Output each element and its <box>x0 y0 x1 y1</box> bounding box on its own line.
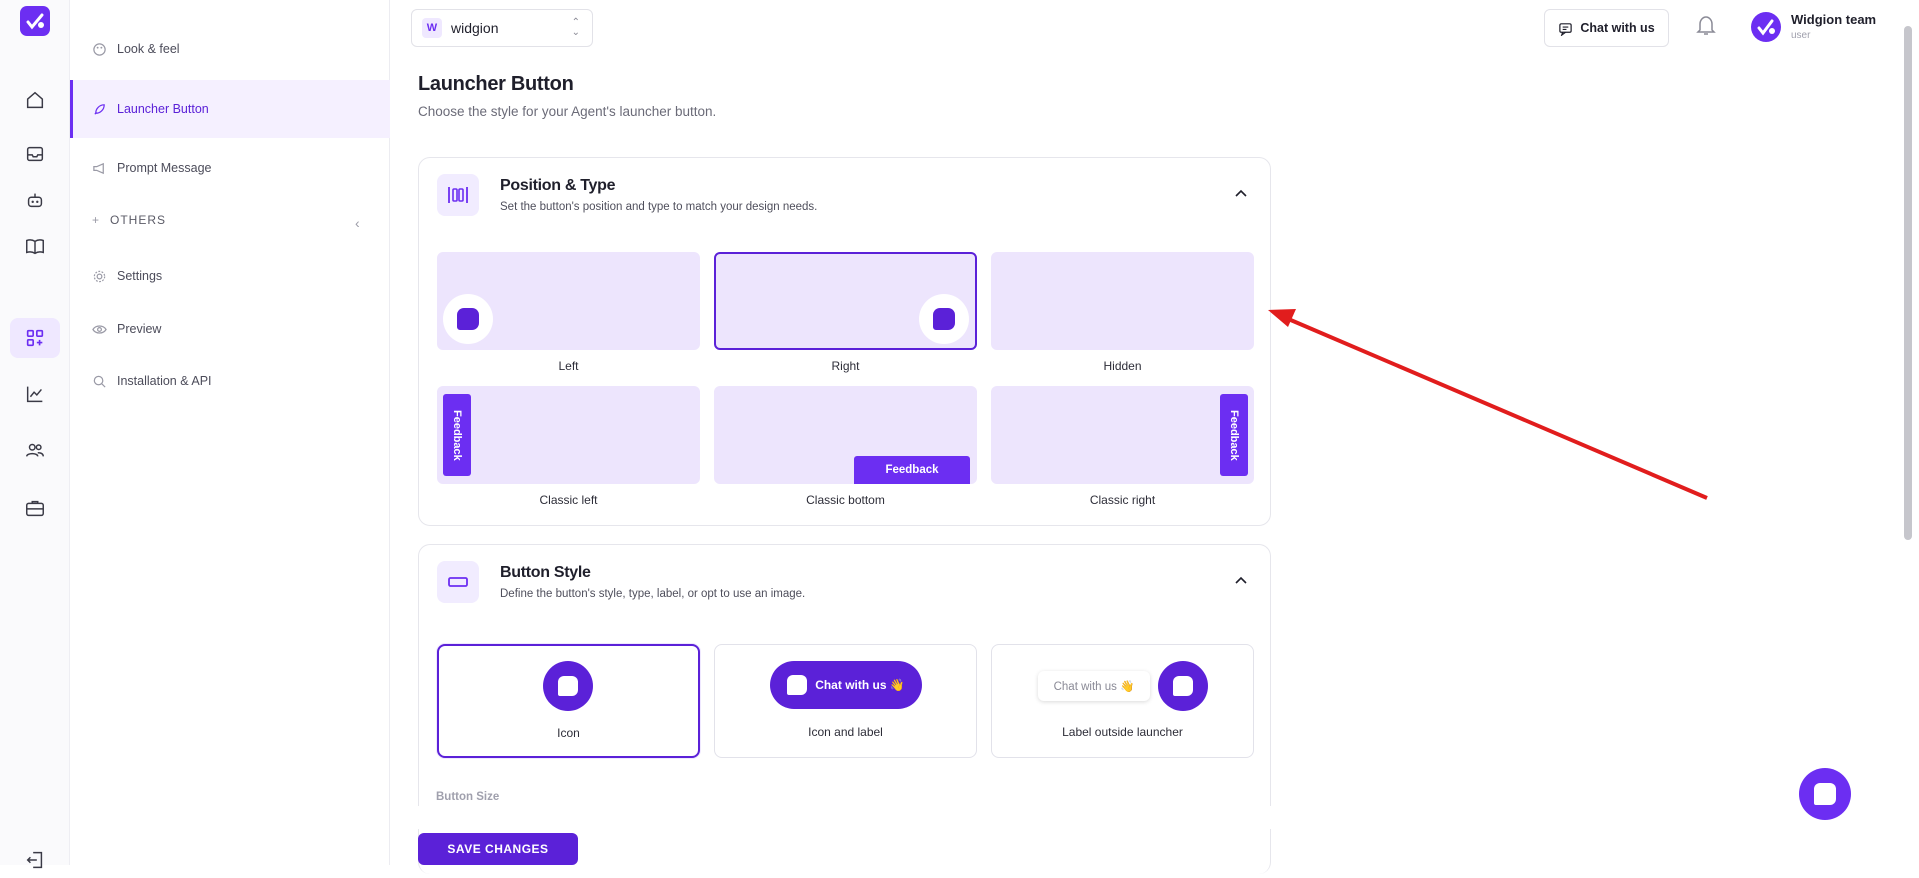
chat-with-us-button[interactable]: Chat with us <box>1544 9 1669 47</box>
style-option-icon[interactable]: Icon <box>437 644 700 758</box>
app-logo[interactable] <box>20 6 50 36</box>
option-preview[interactable] <box>991 252 1254 350</box>
avatar[interactable] <box>1751 12 1781 42</box>
option-preview[interactable]: Feedback <box>714 386 977 484</box>
briefcase-icon[interactable] <box>17 490 53 526</box>
feedback-tab-preview: Feedback <box>1220 394 1248 476</box>
launcher-preview <box>543 661 593 711</box>
analytics-icon[interactable] <box>17 376 53 412</box>
megaphone-icon <box>93 162 104 174</box>
subnav-item-preview[interactable]: Preview <box>70 300 390 358</box>
workspace-badge: W <box>422 18 442 38</box>
arrow-head <box>1268 309 1296 327</box>
page-subtitle: Choose the style for your Agent's launch… <box>418 104 717 119</box>
save-changes-button[interactable]: SAVE CHANGES <box>418 833 578 865</box>
subnav-label: Installation & API <box>117 374 212 388</box>
workspace-select[interactable]: W widgion ⌃ ⌄ <box>411 9 593 47</box>
option-label: Label outside launcher <box>1062 725 1183 739</box>
option-label: Classic right <box>1089 493 1156 507</box>
feedback-tab-preview: Feedback <box>443 394 471 476</box>
subnav-item-look-and-feel[interactable]: Look & feel <box>70 20 390 78</box>
subnav-label: Launcher Button <box>117 102 209 116</box>
others-label: OTHERS <box>110 213 167 227</box>
layout-columns-icon <box>437 174 479 216</box>
button-size-label: Button Size <box>436 791 500 803</box>
launcher-pill-preview: Chat with us 👋 <box>770 661 922 709</box>
palette-icon <box>93 42 106 56</box>
rocket-icon <box>94 103 105 115</box>
page-title: Launcher Button <box>418 73 574 95</box>
card-description: Define the button's style, type, label, … <box>500 588 806 600</box>
option-preview[interactable]: Feedback <box>437 386 700 484</box>
style-option-icon-and-label[interactable]: Chat with us 👋 Icon and label <box>714 644 977 758</box>
subnav-item-prompt-message[interactable]: Prompt Message <box>70 139 390 197</box>
subnav-item-launcher-button[interactable]: Launcher Button <box>70 80 390 138</box>
widgets-icon[interactable] <box>10 318 60 358</box>
option-label: Icon and label <box>808 725 883 739</box>
settings-subnav: Look & feel Launcher Button Prompt Messa… <box>70 0 390 865</box>
users-icon[interactable] <box>17 432 53 468</box>
option-label: Classic left <box>539 493 598 507</box>
content-fade <box>418 806 1271 829</box>
chat-launcher-button[interactable] <box>1799 768 1851 820</box>
inbox-icon[interactable] <box>17 136 53 172</box>
others-section-toggle[interactable]: + OTHERS <box>92 213 166 227</box>
book-icon[interactable] <box>17 228 53 264</box>
chevron-up-icon[interactable] <box>1234 573 1248 587</box>
outside-label-preview: Chat with us 👋 <box>1038 671 1150 701</box>
card-description: Set the button's position and type to ma… <box>500 201 818 213</box>
option-preview[interactable]: Feedback <box>991 386 1254 484</box>
option-preview[interactable] <box>714 252 977 350</box>
eye-icon <box>92 324 107 334</box>
launcher-preview <box>1158 661 1208 711</box>
style-option-label-outside[interactable]: Chat with us 👋 Label outside launcher <box>991 644 1254 758</box>
user-name[interactable]: Widgion team <box>1791 12 1876 27</box>
user-role: user <box>1791 30 1811 41</box>
option-label: Left <box>558 359 579 373</box>
position-type-card: Position & Type Set the button's positio… <box>418 157 1271 526</box>
chevron-updown-icon: ⌃ ⌄ <box>571 17 580 38</box>
card-title: Position & Type <box>500 177 616 194</box>
subnav-label: Look & feel <box>117 42 180 56</box>
bell-icon[interactable] <box>1695 13 1717 37</box>
subnav-label: Prompt Message <box>117 161 212 175</box>
chat-icon <box>1559 22 1573 36</box>
button-shape-icon <box>437 561 479 603</box>
launcher-preview <box>919 294 969 344</box>
home-icon[interactable] <box>17 82 53 118</box>
chat-button-label: Chat with us <box>1580 21 1655 35</box>
option-label: Icon <box>557 726 580 740</box>
code-search-icon <box>93 375 106 388</box>
icon-rail <box>0 0 70 869</box>
page-scrollbar[interactable] <box>1904 26 1912 540</box>
arrow-shaft <box>1285 316 1708 500</box>
option-label: Right <box>831 359 860 373</box>
logout-icon[interactable] <box>17 842 53 878</box>
subnav-label: Settings <box>117 269 163 283</box>
chevron-up-icon[interactable] <box>1234 186 1248 200</box>
card-title: Button Style <box>500 564 591 581</box>
plus-icon: + <box>92 213 101 227</box>
launcher-preview <box>443 294 493 344</box>
subnav-item-installation-api[interactable]: Installation & API <box>70 352 390 410</box>
gear-icon <box>93 270 106 282</box>
option-preview[interactable] <box>437 252 700 350</box>
subnav-item-settings[interactable]: Settings <box>70 247 390 305</box>
feedback-tab-preview: Feedback <box>854 456 970 484</box>
subnav-label: Preview <box>117 322 162 336</box>
workspace-name: widgion <box>451 20 499 36</box>
chevron-left-icon[interactable]: ‹ <box>355 215 360 231</box>
bot-icon[interactable] <box>17 182 53 218</box>
option-label: Hidden <box>1103 359 1142 373</box>
option-label: Classic bottom <box>806 493 885 507</box>
